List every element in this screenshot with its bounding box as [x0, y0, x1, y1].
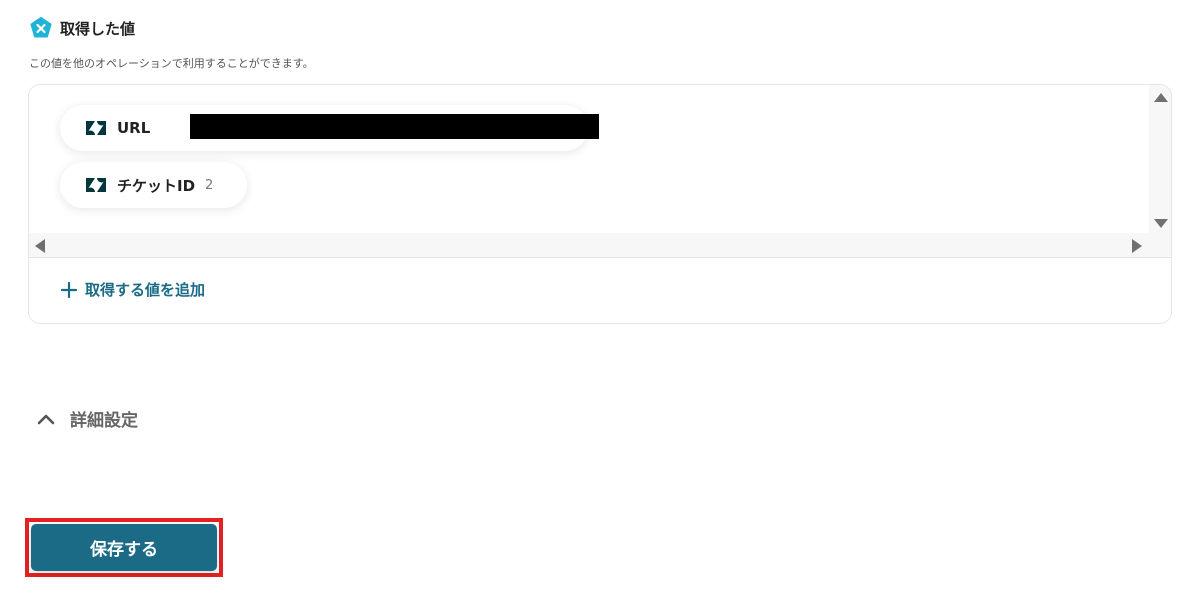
horizontal-scrollbar[interactable]: [29, 233, 1171, 257]
zendesk-icon: [86, 178, 106, 192]
advanced-settings-toggle[interactable]: 詳細設定: [36, 406, 138, 431]
add-value-button[interactable]: 取得する値を追加: [61, 279, 205, 300]
add-value-label: 取得する値を追加: [85, 281, 206, 299]
scroll-right-icon[interactable]: [1132, 239, 1142, 253]
scroll-down-icon[interactable]: [1154, 219, 1168, 228]
scroll-up-icon[interactable]: [1154, 93, 1168, 102]
scroll-left-icon[interactable]: [35, 239, 45, 253]
values-scroll-area: URL チケットID 2: [29, 85, 1171, 257]
value-chip-label: チケットID: [117, 176, 196, 195]
yoom-badge-icon: [30, 17, 52, 39]
advanced-settings-label: 詳細設定: [70, 411, 138, 431]
value-chip-label: URL: [117, 119, 151, 137]
chevron-up-icon: [36, 412, 56, 426]
zendesk-icon: [86, 121, 106, 135]
plus-icon: [61, 281, 77, 298]
value-chip-value: 2: [205, 177, 214, 193]
section-title: 取得した値: [60, 19, 136, 38]
section-header: 取得した値: [30, 17, 135, 39]
section-description: この値を他のオペレーションで利用することができます。: [29, 57, 314, 70]
panel-divider: [29, 257, 1171, 258]
value-chip-url[interactable]: URL: [60, 105, 599, 151]
redacted-value-block: [190, 114, 599, 139]
values-panel: URL チケットID 2 取得する値を追加: [28, 84, 1172, 324]
save-button[interactable]: 保存する: [31, 524, 217, 571]
vertical-scrollbar[interactable]: [1149, 85, 1171, 233]
value-chip-ticket-id[interactable]: チケットID 2: [60, 162, 247, 208]
page: 取得した値 この値を他のオペレーションで利用することができます。 URL チケッ…: [0, 0, 1203, 604]
